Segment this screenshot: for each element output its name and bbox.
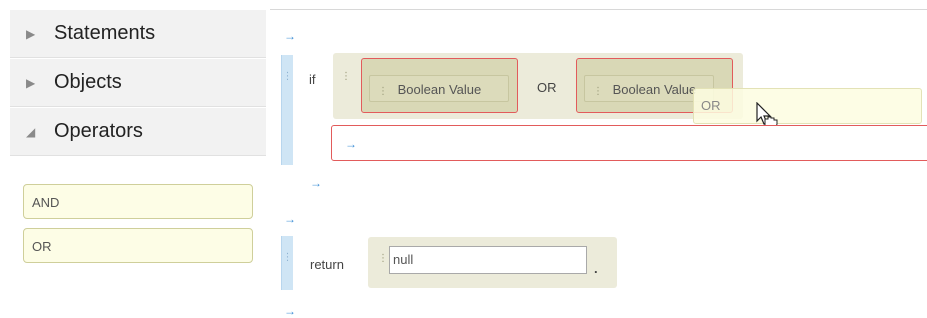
return-keyword: return bbox=[310, 257, 344, 272]
collapse-triangle-icon: ◢ bbox=[26, 124, 36, 139]
dragged-or-block[interactable]: OR bbox=[693, 88, 922, 124]
grip-icon: ⋮ bbox=[593, 86, 603, 97]
palette-block-and[interactable]: AND bbox=[23, 184, 253, 219]
if-keyword: if bbox=[309, 72, 316, 87]
grip-icon: ⋮ bbox=[378, 253, 388, 264]
palette-block-or[interactable]: OR bbox=[23, 228, 253, 263]
expand-triangle-icon: ▶ bbox=[26, 26, 36, 41]
grip-icon: ⋮ bbox=[341, 71, 351, 82]
or-operator-label: OR bbox=[537, 80, 557, 95]
statement-terminator: . bbox=[594, 261, 598, 276]
input-value: null bbox=[393, 252, 414, 267]
palette-category-operators[interactable]: ◢ Operators bbox=[10, 108, 266, 156]
block-label: AND bbox=[32, 195, 60, 210]
palette-category-statements[interactable]: ▶ Statements bbox=[10, 10, 266, 58]
if-body-slot[interactable]: → bbox=[331, 125, 927, 161]
grip-icon: ⋮ bbox=[282, 252, 293, 263]
grip-icon: ⋮ bbox=[282, 71, 293, 82]
expand-triangle-icon: ▶ bbox=[26, 75, 36, 90]
insert-arrow-icon[interactable]: → bbox=[284, 213, 296, 225]
insert-arrow-icon[interactable]: → bbox=[284, 30, 296, 42]
grip-icon: ⋮ bbox=[378, 86, 388, 97]
block-label: Boolean Value bbox=[397, 82, 482, 97]
return-statement-drag-handle[interactable]: ⋮ bbox=[281, 236, 293, 290]
block-label: Boolean Value bbox=[612, 82, 697, 97]
canvas-top-divider bbox=[270, 9, 927, 10]
block-label: OR bbox=[701, 98, 721, 113]
if-statement-drag-handle[interactable]: ⋮ bbox=[281, 55, 293, 165]
insert-arrow-icon[interactable]: → bbox=[345, 138, 357, 150]
category-label: Operators bbox=[54, 120, 143, 142]
palette-category-objects[interactable]: ▶ Objects bbox=[10, 59, 266, 107]
insert-arrow-icon[interactable]: → bbox=[284, 305, 296, 317]
left-boolean-value-block[interactable]: ⋮ Boolean Value bbox=[369, 75, 509, 102]
category-label: Statements bbox=[54, 22, 156, 44]
category-label: Objects bbox=[54, 71, 122, 93]
block-label: OR bbox=[32, 239, 52, 254]
insert-arrow-icon[interactable]: → bbox=[310, 177, 322, 189]
return-value-input[interactable]: null bbox=[389, 246, 587, 274]
